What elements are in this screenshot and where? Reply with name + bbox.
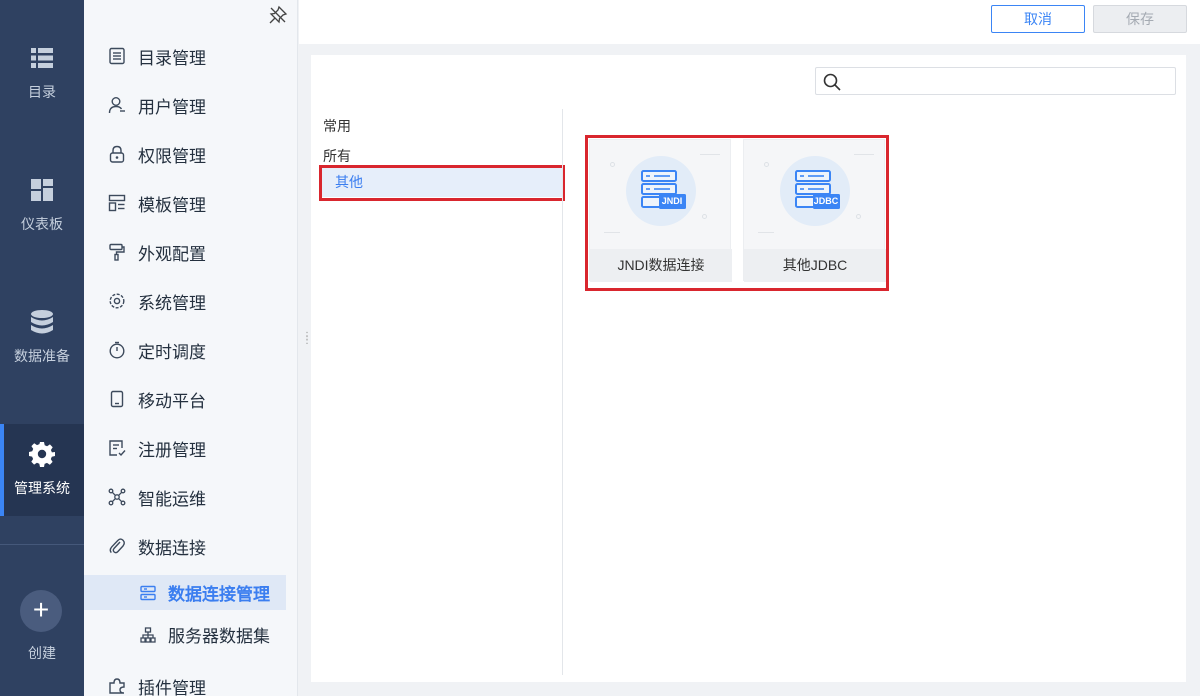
menu-item-appearance[interactable]: 外观配置	[108, 240, 206, 264]
nav-item-management[interactable]: 管理系统	[0, 424, 84, 516]
template-icon	[108, 194, 126, 212]
menu-label: 模板管理	[138, 195, 206, 215]
menu-label: 权限管理	[138, 146, 206, 166]
pin-icon[interactable]	[268, 5, 288, 25]
menu-label: 外观配置	[138, 244, 206, 264]
management-menu: 目录管理 用户管理 权限管理 模板管理 外观配置 系统管理 定时调度 移动平台 …	[84, 0, 298, 696]
primary-nav: 目录 仪表板 数据准备 管理系统 + 创建	[0, 0, 84, 696]
highlight-box-category	[319, 165, 565, 201]
menu-label: 数据连接	[138, 538, 206, 558]
menu-item-plugin-manage[interactable]: 插件管理	[108, 674, 206, 696]
menu-label: 系统管理	[138, 293, 206, 313]
menu-item-system-manage[interactable]: 系统管理	[108, 289, 206, 313]
menu-item-data-connection[interactable]: 数据连接	[108, 534, 206, 558]
menu-item-mobile[interactable]: 移动平台	[108, 387, 206, 411]
category-common[interactable]: 常用	[323, 116, 351, 136]
create-label: 创建	[28, 645, 56, 661]
user-icon	[108, 97, 125, 114]
nav-label: 管理系统	[14, 480, 70, 496]
nav-divider	[0, 544, 84, 545]
database-icon	[31, 310, 53, 334]
menu-item-register[interactable]: 注册管理	[108, 436, 206, 460]
server-dataset-icon	[140, 626, 156, 643]
network-icon	[108, 488, 126, 506]
lock-icon	[109, 145, 125, 163]
nav-item-dashboard[interactable]: 仪表板	[0, 176, 84, 266]
connection-type-panel: 常用 所有 其他 JNDI JNDI数据连接 JDBC 其他JDBC	[311, 55, 1186, 682]
sub-item-server-dataset[interactable]: 服务器数据集	[84, 617, 286, 652]
menu-label: 注册管理	[138, 440, 206, 460]
highlight-box-tiles	[585, 135, 889, 291]
menu-item-template-manage[interactable]: 模板管理	[108, 191, 206, 215]
paint-roller-icon	[109, 243, 125, 261]
dashboard-icon	[31, 179, 53, 201]
search-input[interactable]	[848, 70, 1168, 92]
top-toolbar: 取消 保存	[299, 0, 1200, 44]
settings-icon	[109, 293, 125, 309]
catalog-icon	[109, 47, 125, 65]
menu-item-user-manage[interactable]: 用户管理	[108, 93, 206, 117]
menu-item-smart-ops[interactable]: 智能运维	[108, 485, 206, 509]
search-box[interactable]	[815, 67, 1176, 95]
menu-item-catalog-manage[interactable]: 目录管理	[108, 44, 206, 68]
menu-label: 插件管理	[138, 678, 206, 696]
menu-label: 目录管理	[138, 48, 206, 68]
create-button[interactable]: +	[20, 590, 62, 632]
category-all[interactable]: 所有	[323, 146, 351, 166]
sub-item-connection-manage[interactable]: 数据连接管理	[84, 575, 286, 610]
menu-label: 移动平台	[138, 391, 206, 411]
menu-label: 智能运维	[138, 489, 206, 509]
paperclip-icon	[109, 538, 125, 554]
panel-divider	[562, 109, 563, 675]
save-button[interactable]: 保存	[1093, 5, 1187, 33]
plugin-icon	[109, 678, 125, 694]
nav-label: 目录	[28, 84, 56, 100]
nav-item-data-prep[interactable]: 数据准备	[0, 308, 84, 398]
menu-item-schedule[interactable]: 定时调度	[108, 338, 206, 362]
menu-item-permission-manage[interactable]: 权限管理	[108, 142, 206, 166]
cancel-button[interactable]: 取消	[991, 5, 1085, 33]
timer-icon	[109, 341, 125, 359]
list-icon	[31, 48, 53, 68]
sub-menu-label: 数据连接管理	[168, 585, 270, 604]
nav-label: 仪表板	[21, 216, 63, 232]
search-icon	[823, 73, 841, 91]
nav-item-catalog[interactable]: 目录	[0, 44, 84, 134]
gear-icon	[29, 442, 55, 467]
menu-label: 定时调度	[138, 342, 206, 362]
connection-manage-icon	[140, 585, 156, 600]
mobile-icon	[110, 390, 124, 408]
register-icon	[109, 440, 126, 457]
sub-menu-label: 服务器数据集	[168, 627, 270, 646]
nav-label: 数据准备	[14, 348, 70, 364]
resize-handle[interactable]: ⋮ ⋮	[302, 332, 312, 351]
menu-label: 用户管理	[138, 97, 206, 117]
